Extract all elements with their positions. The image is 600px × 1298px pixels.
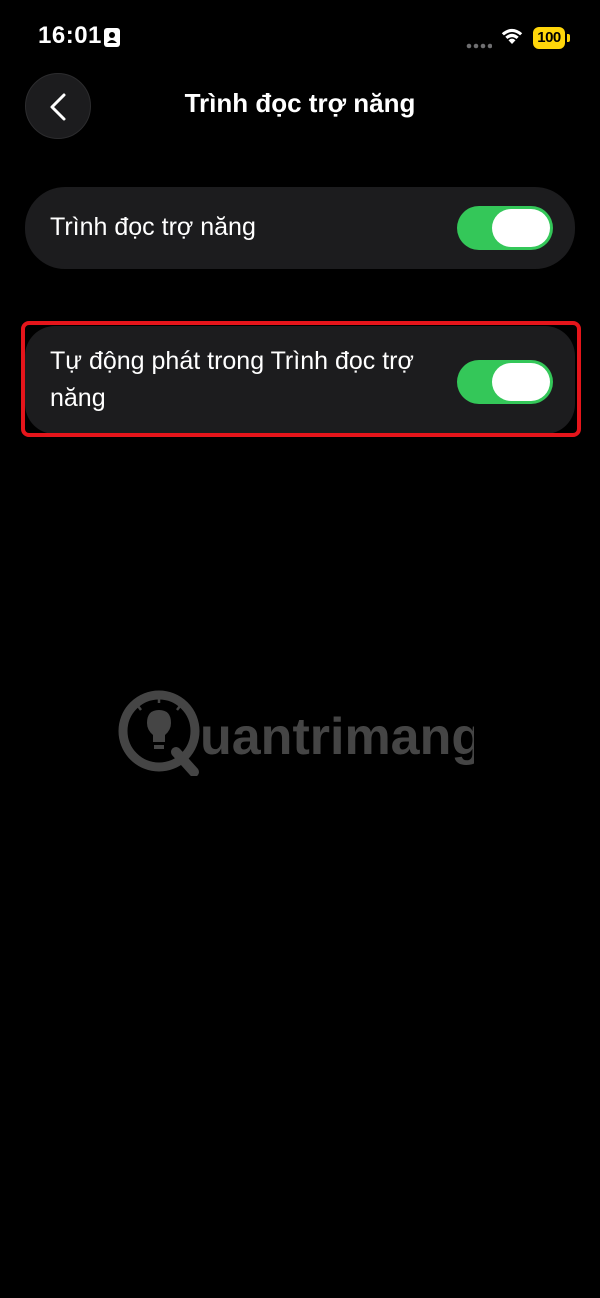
toggle-knob bbox=[492, 363, 550, 401]
back-button[interactable] bbox=[25, 73, 91, 139]
status-time: 16:01 bbox=[38, 22, 102, 49]
signal-dots-icon bbox=[466, 36, 493, 49]
setting-row-accessibility-reader: Trình đọc trợ năng bbox=[25, 187, 575, 269]
battery-level: 100 bbox=[533, 27, 565, 49]
battery-cap bbox=[567, 34, 570, 42]
page-title: Trình đọc trợ năng bbox=[184, 88, 416, 118]
status-bar: 16:01 100 bbox=[0, 0, 600, 78]
portrait-lock-icon bbox=[103, 27, 121, 48]
setting-row-autoplay-reader: Tự động phát trong Trình đọc trợ năng bbox=[25, 326, 575, 434]
toggle-knob bbox=[492, 209, 550, 247]
wifi-icon bbox=[499, 26, 525, 46]
setting-label: Tự động phát trong Trình đọc trợ năng bbox=[50, 347, 414, 412]
watermark-text: uantrimang bbox=[200, 708, 474, 766]
quantrimang-watermark-logo: uantrimang bbox=[114, 686, 483, 777]
autoplay-reader-toggle[interactable] bbox=[457, 360, 553, 404]
chevron-left-icon bbox=[50, 93, 66, 121]
accessibility-reader-toggle[interactable] bbox=[457, 206, 553, 250]
battery-icon: 100 bbox=[533, 27, 571, 49]
setting-label: Trình đọc trợ năng bbox=[50, 213, 256, 241]
